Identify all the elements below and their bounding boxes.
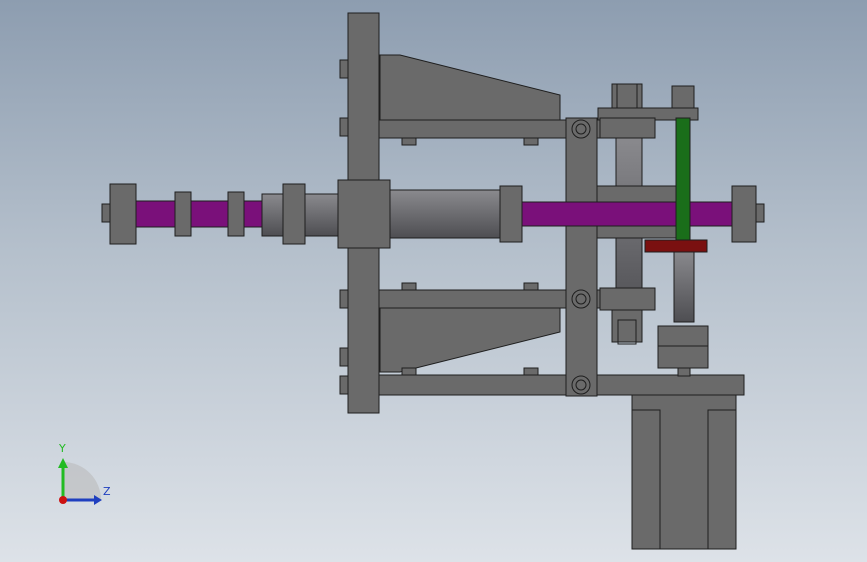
lower-bearing-block[interactable] — [599, 287, 656, 311]
screw-nut[interactable] — [174, 191, 192, 237]
upper-bearing-block[interactable] — [599, 117, 656, 139]
rail-nut[interactable] — [401, 367, 417, 376]
assembly-model[interactable] — [101, 12, 765, 550]
screw-nut[interactable] — [499, 185, 523, 243]
bottom-nut-stack[interactable] — [611, 309, 643, 343]
cylinder-body[interactable] — [389, 189, 516, 239]
top-right-nut[interactable] — [671, 85, 695, 109]
cylinder-flange[interactable] — [337, 179, 391, 249]
post-hex-bolt[interactable] — [571, 289, 591, 309]
post-hex-bolt[interactable] — [571, 119, 591, 139]
upper-gusset[interactable] — [379, 54, 561, 121]
z-axis-label: Z — [103, 485, 111, 498]
y-axis-label: Y — [59, 442, 66, 455]
coupler-nut[interactable] — [282, 183, 306, 245]
rail-nut[interactable] — [523, 137, 539, 146]
rail-nut[interactable] — [401, 137, 417, 146]
plate-bolt[interactable] — [339, 289, 349, 309]
axis-triad: Y Z — [40, 440, 130, 520]
plate-bolt[interactable] — [339, 375, 349, 395]
plate-bolt[interactable] — [339, 347, 349, 367]
bottom-rail[interactable] — [377, 374, 745, 396]
screw-nut[interactable] — [227, 191, 245, 237]
red-bracket[interactable] — [644, 239, 708, 253]
plate-bolt[interactable] — [339, 59, 349, 79]
stepper-motor[interactable] — [631, 394, 737, 550]
shaft-coupling[interactable] — [657, 325, 709, 369]
vertical-post[interactable] — [565, 117, 598, 397]
right-end-block[interactable] — [731, 185, 757, 243]
guide-rod-2[interactable] — [673, 249, 695, 323]
lower-gusset[interactable] — [379, 307, 561, 373]
rail-nut[interactable] — [523, 282, 539, 291]
motor-shaft[interactable] — [677, 367, 691, 377]
left-end-block[interactable] — [109, 183, 137, 245]
cad-viewport[interactable] — [0, 0, 867, 562]
lead-screw-right[interactable] — [514, 201, 733, 227]
origin-marker — [59, 496, 67, 504]
left-end-bolt[interactable] — [101, 203, 111, 223]
rail-nut[interactable] — [523, 367, 539, 376]
post-hex-bolt[interactable] — [571, 375, 591, 395]
rail-nut[interactable] — [401, 282, 417, 291]
plate-bolt[interactable] — [339, 117, 349, 137]
triad-quadrant — [63, 462, 101, 500]
drive-belt[interactable] — [675, 117, 691, 241]
right-end-bolt[interactable] — [755, 203, 765, 223]
